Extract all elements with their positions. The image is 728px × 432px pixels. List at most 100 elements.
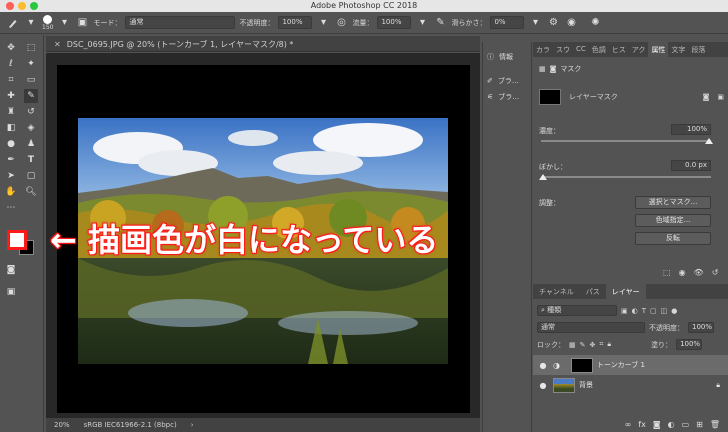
density-slider-knob[interactable] (705, 138, 713, 144)
filter-pixel-icon[interactable]: ▣ (621, 307, 628, 315)
opacity-field[interactable]: 100% (278, 16, 313, 29)
hand-tool-icon[interactable]: ✋ (4, 185, 18, 199)
feather-slider-knob[interactable] (539, 174, 547, 180)
visibility-eye-icon[interactable]: 👁︎ (694, 268, 704, 277)
layer-row-background[interactable]: ● 背景 🔒︎ (533, 375, 728, 395)
lock-artboard-icon[interactable]: ⌗ (599, 340, 603, 349)
brush-tool-icon[interactable] (6, 16, 20, 30)
tab-paragraph[interactable]: 段落 (688, 42, 708, 57)
airbrush-icon[interactable]: ✎ (433, 16, 447, 30)
color-range-button[interactable]: 色域指定... (635, 214, 711, 227)
tab-channels[interactable]: チャンネル (533, 284, 580, 299)
tab-paths[interactable]: パス (580, 284, 606, 299)
mode-select[interactable]: 通常 (125, 16, 236, 29)
foreground-color-swatch[interactable] (7, 230, 27, 250)
density-field[interactable]: 100% (671, 124, 711, 135)
new-layer-icon[interactable]: ⊞ (696, 420, 703, 432)
filter-shape-icon[interactable]: ▢ (650, 307, 657, 315)
blend-mode-select[interactable]: 通常 (537, 322, 645, 333)
tab-actions[interactable]: アク (629, 42, 649, 57)
ruler-tool-icon[interactable]: ▭ (24, 73, 38, 87)
clone-stamp-icon[interactable]: ♜ (4, 105, 18, 119)
info-panel-button[interactable]: ⓘ 情報 (487, 52, 513, 62)
chevron-down-icon[interactable]: ▾ (57, 16, 71, 30)
lock-transparent-icon[interactable]: ▦ (569, 341, 576, 349)
view-previous-icon[interactable]: ◉ (679, 268, 686, 277)
document-tab[interactable]: ✕ DSC_0695.JPG @ 20% (トーンカーブ 1, レイヤーマスク/8… (46, 36, 480, 52)
brush-tool-icon[interactable]: ✎ (24, 89, 38, 103)
density-slider[interactable] (541, 140, 711, 142)
screen-mode-icon[interactable]: ▣ (4, 285, 18, 299)
tab-adjustments[interactable]: 色調 (589, 42, 609, 57)
eraser-tool-icon[interactable]: ◧ (4, 121, 18, 135)
select-and-mask-button[interactable]: 選択とマスク... (635, 196, 711, 209)
zoom-tool-icon[interactable]: 🔍︎ (24, 185, 38, 199)
layer-kind-filter[interactable]: ⌕ 種類 (537, 305, 617, 316)
brush-settings-panel-button[interactable]: ✐ ブラ… (487, 76, 519, 86)
chevron-down-icon[interactable]: ▾ (24, 16, 38, 30)
brush-panel-icon[interactable]: ▣ (75, 16, 89, 30)
move-tool-icon[interactable]: ✥ (4, 41, 18, 55)
tab-properties[interactable]: 属性 (648, 42, 669, 57)
tab-character[interactable]: 文字 (668, 42, 688, 57)
visibility-eye-icon[interactable]: ● (533, 381, 553, 390)
shape-tool-icon[interactable]: ▢ (24, 169, 38, 183)
tab-cc-libraries[interactable]: CC (573, 42, 589, 57)
vector-mask-icon[interactable]: ▣ (717, 93, 724, 101)
lasso-tool-icon[interactable]: ℓ (4, 57, 18, 71)
brush-presets-panel-button[interactable]: ⚟ ブラ… (487, 92, 519, 102)
quick-select-tool-icon[interactable]: ✦ (24, 57, 38, 71)
chevron-down-icon[interactable]: ▾ (415, 16, 429, 30)
path-select-icon[interactable]: ➤ (4, 169, 18, 183)
layer-style-icon[interactable]: fx (638, 420, 646, 432)
new-adjustment-icon[interactable]: ◐ (668, 420, 675, 432)
smoothing-field[interactable]: 0% (490, 16, 525, 29)
feather-field[interactable]: 0.0 px (671, 160, 711, 171)
fill-field[interactable]: 100% (676, 339, 703, 350)
clip-layer-icon[interactable]: ⬚ (663, 268, 671, 277)
add-mask-icon[interactable]: ◙ (653, 420, 661, 432)
layer-opacity-field[interactable]: 100% (688, 322, 714, 333)
pressure-opacity-icon[interactable]: ◎ (334, 16, 348, 30)
visibility-eye-icon[interactable]: ● (533, 361, 553, 370)
history-brush-icon[interactable]: ↺ (24, 105, 38, 119)
healing-brush-icon[interactable]: ✚ (4, 89, 18, 103)
close-icon[interactable]: ✕ (54, 40, 61, 49)
filter-adjustment-icon[interactable]: ◐ (632, 307, 638, 315)
new-group-icon[interactable]: ▭ (682, 420, 690, 432)
crop-tool-icon[interactable]: ⌗ (4, 73, 18, 87)
dodge-tool-icon[interactable]: ♟ (24, 137, 38, 151)
lock-paint-icon[interactable]: ✎ (580, 341, 586, 349)
feather-slider[interactable] (541, 176, 711, 178)
lock-move-icon[interactable]: ✥ (590, 341, 596, 349)
marquee-tool-icon[interactable]: ⬚ (24, 41, 38, 55)
symmetry-icon[interactable]: ✺ (588, 16, 602, 30)
pen-tool-icon[interactable]: ✒ (4, 153, 18, 167)
filter-smart-object-icon[interactable]: ◫ (661, 307, 668, 315)
layer-mask-thumbnail[interactable] (571, 357, 593, 373)
paint-bucket-icon[interactable]: ◈ (24, 121, 38, 135)
tab-histogram[interactable]: ヒス (609, 42, 629, 57)
more-tools-icon[interactable]: ⋯ (4, 201, 18, 215)
invert-button[interactable]: 反転 (635, 232, 711, 245)
reset-icon[interactable]: ↺ (712, 268, 719, 277)
brush-preset-picker[interactable]: 150 (42, 14, 53, 31)
lock-all-icon[interactable]: 🔒︎ (607, 340, 611, 349)
blur-tool-icon[interactable]: ● (4, 137, 18, 151)
chevron-right-icon[interactable]: › (191, 421, 194, 429)
filter-type-icon[interactable]: T (642, 307, 646, 315)
zoom-level[interactable]: 20% (54, 421, 70, 429)
tab-swatches[interactable]: スウ (553, 42, 573, 57)
layer-row-curves[interactable]: ● ◑ トーンカーブ 1 (533, 355, 728, 375)
type-tool-icon[interactable]: T (24, 153, 38, 167)
trash-icon[interactable]: 🗑︎ (710, 420, 720, 432)
tab-color[interactable]: カラ (533, 42, 553, 57)
filter-toggle-icon[interactable]: ● (671, 307, 677, 315)
tab-layers[interactable]: レイヤー (605, 284, 646, 299)
gear-icon[interactable]: ⚙ (546, 16, 560, 30)
chevron-down-icon[interactable]: ▾ (316, 16, 330, 30)
quick-mask-icon[interactable]: ◙ (4, 263, 18, 277)
chevron-down-icon[interactable]: ▾ (528, 16, 542, 30)
flow-field[interactable]: 100% (377, 16, 412, 29)
pixel-mask-icon[interactable]: ◙ (703, 93, 710, 101)
